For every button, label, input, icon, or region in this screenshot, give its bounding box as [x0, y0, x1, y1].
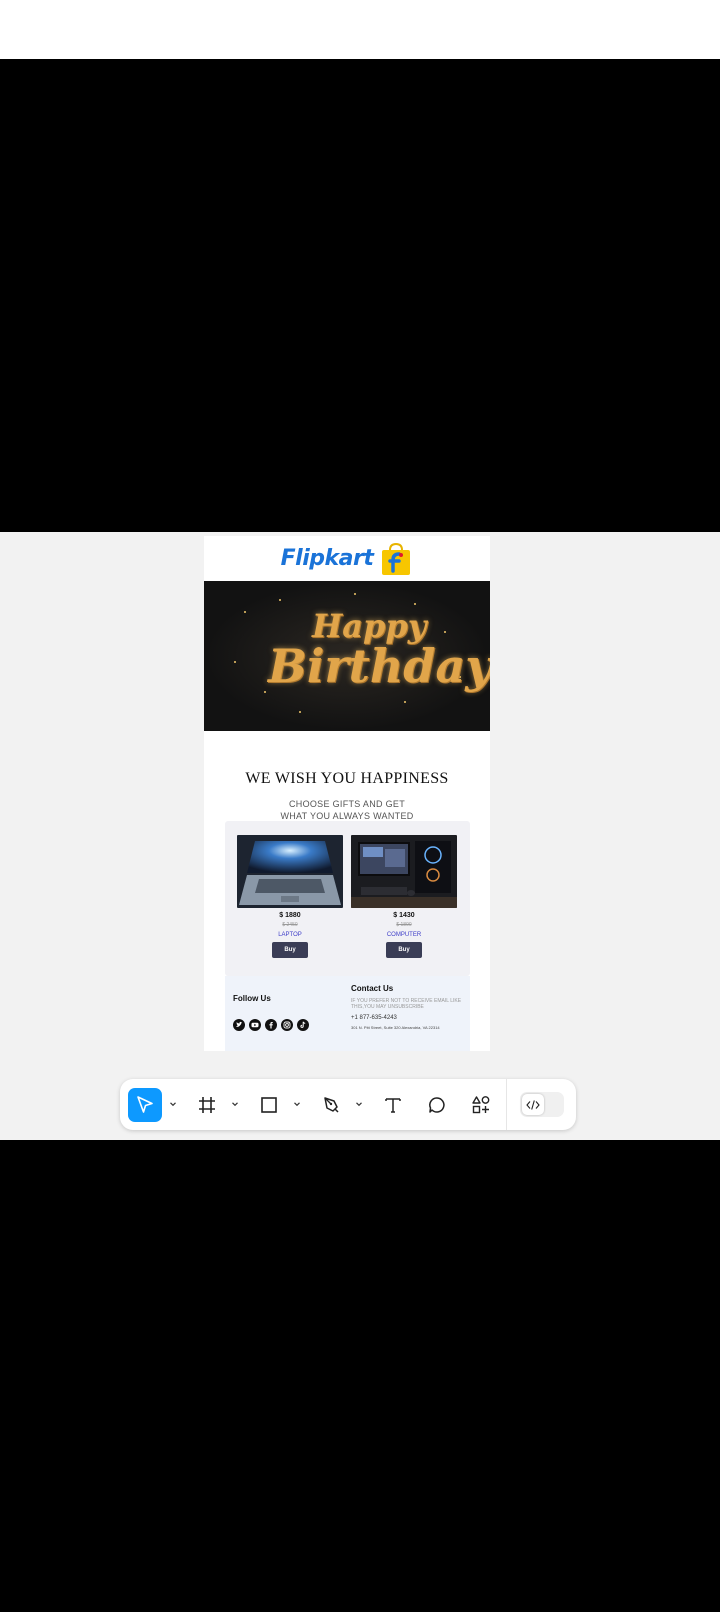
buy-computer-button[interactable]: Buy — [386, 942, 422, 958]
product-card-computer: $ 1430 $ 1890 COMPUTER Buy — [351, 835, 457, 958]
pen-tool[interactable] — [314, 1088, 348, 1122]
follow-us-title: Follow Us — [233, 994, 271, 1003]
youtube-icon[interactable] — [249, 1019, 261, 1031]
frame-hash-icon — [199, 1097, 215, 1113]
birthday-banner-image: Happy Birthday — [204, 581, 490, 731]
computer-image — [351, 835, 457, 908]
product-price: $ 1880 — [279, 912, 301, 919]
contact-phone[interactable]: +1 877-635-4243 — [351, 1015, 466, 1021]
text-t-icon — [385, 1098, 401, 1113]
product-name[interactable]: COMPUTER — [351, 932, 457, 938]
product-old-price: $ 1890 — [396, 922, 412, 928]
buy-laptop-button[interactable]: Buy — [272, 942, 308, 958]
twitter-icon[interactable] — [233, 1019, 245, 1031]
social-icons — [233, 1019, 309, 1031]
comment-bubble-icon — [429, 1097, 445, 1113]
pen-nib-icon — [324, 1097, 339, 1113]
email-footer: Follow Us Contact Us IF YOU PREFER NOT T… — [225, 976, 470, 1051]
contact-us-title: Contact Us — [351, 984, 394, 993]
hero-birthday-text: Birthday — [268, 639, 490, 693]
shopping-bag-icon — [379, 542, 413, 576]
dev-mode-toggle[interactable] — [520, 1092, 564, 1117]
product-grid: $ 1880 $ 2450 LAPTOP Buy $ 1430 $ 1890 C… — [225, 821, 470, 976]
instagram-icon[interactable] — [281, 1019, 293, 1031]
email-frame[interactable]: Flipkart Happy Birthday WE WISH YOU HAPP… — [204, 536, 490, 1051]
tiktok-icon[interactable] — [297, 1019, 309, 1031]
product-name[interactable]: LAPTOP — [237, 932, 343, 938]
text-tool[interactable] — [376, 1088, 410, 1122]
contact-section: Contact Us IF YOU PREFER NOT TO RECEIVE … — [351, 984, 466, 1030]
move-tool[interactable] — [128, 1088, 162, 1122]
shapes-plus-icon — [472, 1096, 490, 1114]
product-card-laptop: $ 1880 $ 2450 LAPTOP Buy — [237, 835, 343, 958]
pen-tool-chevron-down-icon[interactable] — [354, 1099, 364, 1109]
laptop-image — [237, 835, 343, 908]
shape-tool-chevron-down-icon[interactable] — [292, 1099, 302, 1109]
shape-tool[interactable] — [252, 1088, 286, 1122]
facebook-icon[interactable] — [265, 1019, 277, 1031]
email-heading: WE WISH YOU HAPPINESS — [245, 770, 449, 787]
brand-header: Flipkart — [204, 536, 490, 581]
cursor-arrow-icon — [137, 1096, 153, 1113]
code-icon — [522, 1094, 544, 1115]
rectangle-icon — [261, 1097, 277, 1113]
brand-logo-text: Flipkart — [280, 546, 374, 571]
actions-tool[interactable] — [464, 1088, 498, 1122]
product-price: $ 1430 — [393, 912, 415, 919]
toolbar-divider — [506, 1079, 507, 1130]
move-tool-chevron-down-icon[interactable] — [168, 1099, 178, 1109]
unsubscribe-text[interactable]: IF YOU PREFER NOT TO RECEIVE EMAIL LIKE … — [351, 998, 466, 1010]
comment-tool[interactable] — [420, 1088, 454, 1122]
frame-tool-chevron-down-icon[interactable] — [230, 1099, 240, 1109]
product-old-price: $ 2450 — [282, 922, 298, 928]
email-subheading: CHOOSE GIFTS AND GET WHAT YOU ALWAYS WAN… — [204, 798, 490, 822]
top-status-area — [0, 0, 720, 59]
design-toolbar — [120, 1079, 576, 1130]
subheading-line-1: CHOOSE GIFTS AND GET — [288, 799, 405, 809]
contact-address: 301 N. Pitt Street, Suite 320 Alexandria… — [351, 1025, 440, 1030]
frame-tool[interactable] — [190, 1088, 224, 1122]
